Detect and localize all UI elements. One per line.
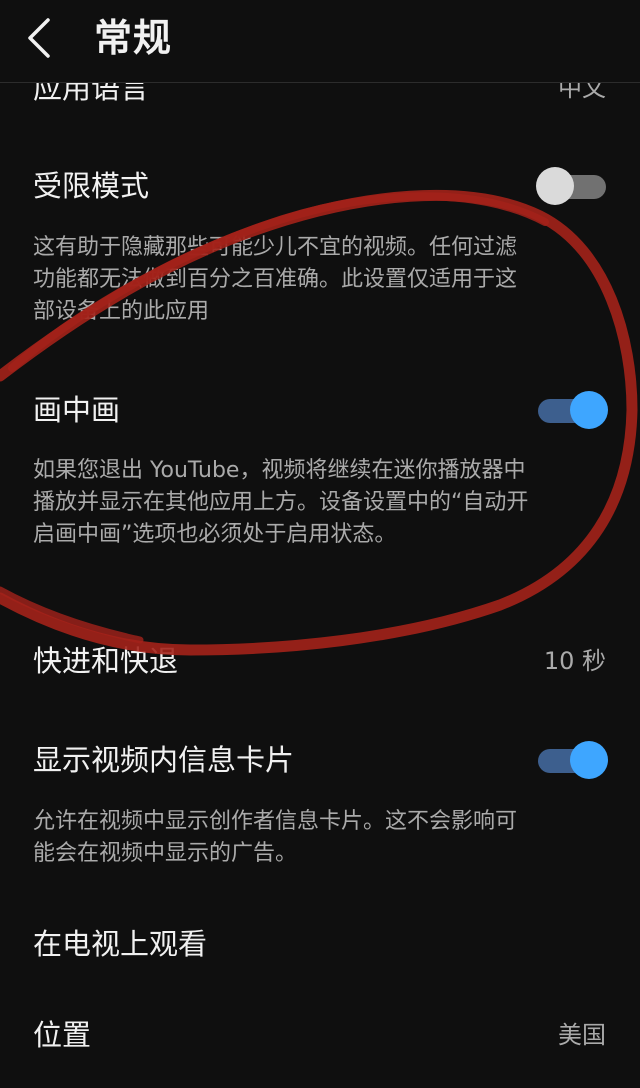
toggle-knob <box>570 741 608 779</box>
page-title: 常规 <box>94 16 173 60</box>
info-cards-label: 显示视频内信息卡片 <box>33 743 295 777</box>
top-app-bar: 常规 <box>0 0 640 83</box>
toggle-knob <box>570 391 608 429</box>
picture-in-picture-toggle[interactable] <box>536 389 608 431</box>
settings-list: 应用语言 中文 受限模式 这有助于隐藏那些可能少儿不宜的视频。任何过滤功能都无法… <box>0 0 640 1088</box>
location-label: 位置 <box>33 1018 92 1052</box>
restricted-mode-toggle[interactable] <box>536 165 608 207</box>
info-cards-toggle[interactable] <box>536 739 608 781</box>
back-arrow-icon[interactable] <box>22 14 62 62</box>
location-value: 美国 <box>558 1021 606 1049</box>
restricted-mode-label: 受限模式 <box>33 169 150 203</box>
restricted-mode-description: 这有助于隐藏那些可能少儿不宜的视频。任何过滤功能都无法做到百分之百准确。此设置仅… <box>33 235 518 324</box>
info-cards-description: 允许在视频中显示创作者信息卡片。这不会影响可能会在视频中显示的广告。 <box>33 809 518 866</box>
seek-value: 10 秒 <box>543 647 606 675</box>
watch-on-tv-label: 在电视上观看 <box>33 927 208 961</box>
toggle-knob <box>536 167 574 205</box>
picture-in-picture-description: 如果您退出 YouTube，视频将继续在迷你播放器中播放并显示在其他应用上方。设… <box>33 458 529 547</box>
picture-in-picture-label: 画中画 <box>33 393 121 427</box>
seek-label: 快进和快退 <box>33 644 179 678</box>
